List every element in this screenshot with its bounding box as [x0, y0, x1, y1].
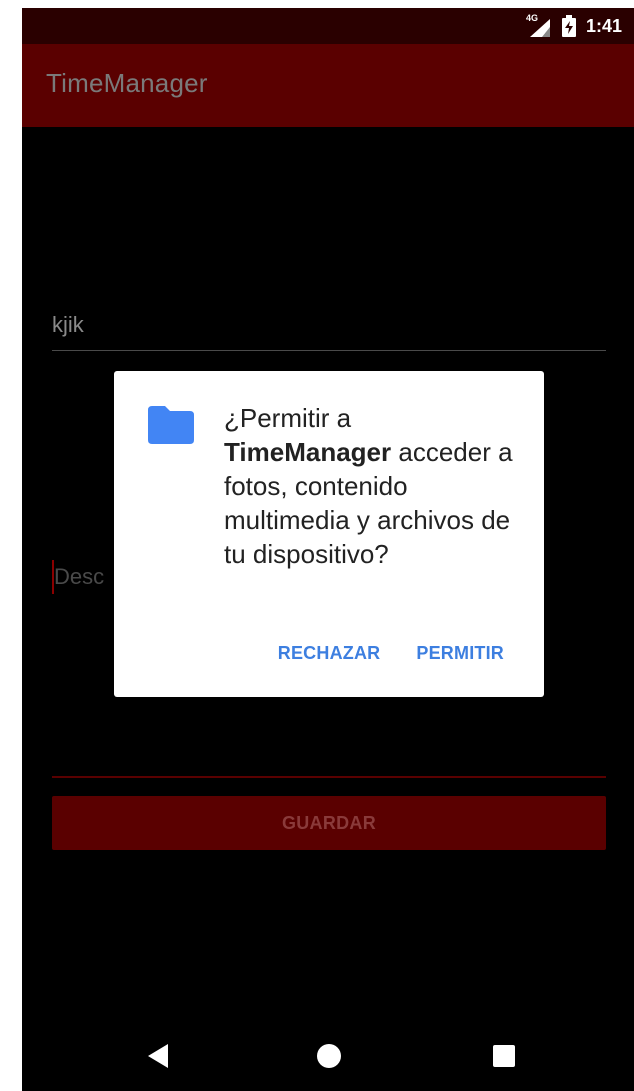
home-icon[interactable] — [316, 1043, 342, 1074]
title-input[interactable]: kjik — [52, 312, 606, 351]
allow-button[interactable]: PERMITIR — [416, 643, 504, 664]
clock: 1:41 — [585, 15, 622, 36]
folder-icon — [148, 406, 194, 449]
app-title: TimeManager — [46, 68, 208, 98]
dialog-message: ¿Permitir a TimeManager acceder a fotos,… — [224, 401, 524, 571]
device-screen: 4G 1:41 TimeManager kjik Desc GUARDAR ¿P… — [22, 8, 634, 1091]
navigation-bar — [22, 1023, 634, 1091]
status-bar: 4G 1:41 — [22, 8, 634, 44]
title-input-value: kjik — [52, 312, 84, 337]
status-icons: 4G 1:41 — [526, 8, 622, 44]
recents-icon[interactable] — [492, 1044, 516, 1073]
dialog-actions: RECHAZAR PERMITIR — [278, 643, 504, 664]
permission-dialog: ¿Permitir a TimeManager acceder a fotos,… — [114, 371, 544, 697]
save-button-label: GUARDAR — [281, 812, 377, 833]
dialog-app-name: TimeManager — [224, 437, 392, 467]
app-bar: TimeManager — [22, 44, 634, 127]
back-icon[interactable] — [146, 1043, 170, 1074]
deny-button[interactable]: RECHAZAR — [278, 643, 381, 664]
dialog-message-prefix: ¿Permitir a — [224, 403, 352, 433]
signal-icon: 4G — [526, 13, 552, 37]
battery-charging-icon — [561, 15, 576, 37]
description-placeholder: Desc — [54, 564, 105, 589]
save-button[interactable]: GUARDAR — [52, 796, 606, 850]
